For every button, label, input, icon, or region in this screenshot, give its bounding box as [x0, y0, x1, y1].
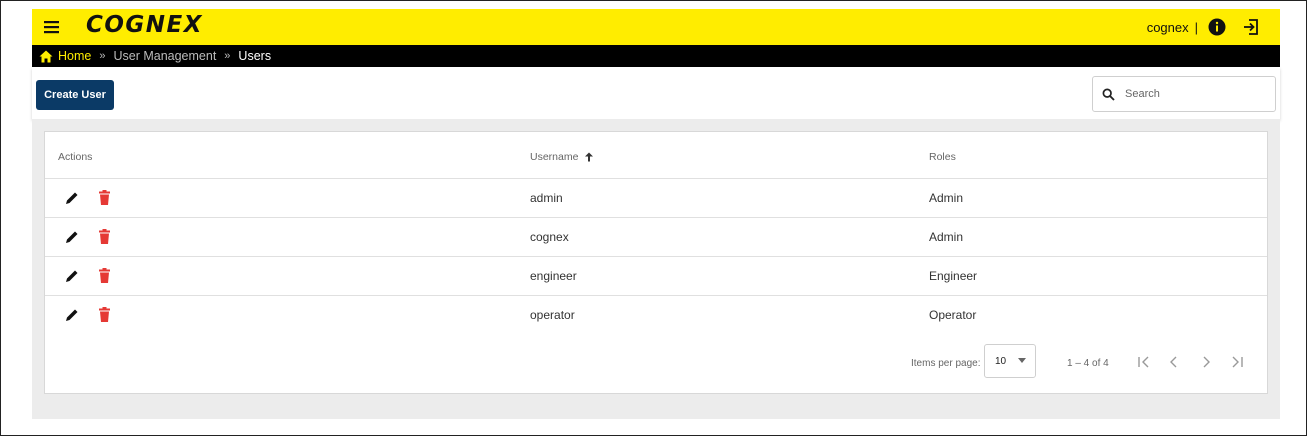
content-area: Actions Username Roles admin Admin cogne… [32, 119, 1280, 419]
menu-icon[interactable] [42, 18, 62, 36]
username-cell: cognex [530, 230, 569, 244]
breadcrumb-current: Users [238, 49, 272, 63]
home-icon[interactable] [39, 50, 53, 63]
items-per-page-label: Items per page: [911, 358, 981, 369]
items-per-page-value: 10 [995, 356, 1007, 367]
users-table-card: Actions Username Roles admin Admin cogne… [44, 131, 1268, 394]
toolbar: Create User [32, 67, 1280, 119]
first-page-icon[interactable] [1136, 354, 1152, 370]
brand-logo: COGNEX [86, 12, 204, 38]
role-cell: Admin [929, 191, 964, 205]
column-header-username[interactable]: Username [530, 151, 594, 163]
header-separator: | [1194, 19, 1198, 35]
column-header-roles: Roles [929, 151, 956, 163]
search-box[interactable] [1092, 76, 1276, 112]
top-bar: COGNEX cognex | [32, 9, 1280, 45]
paginator: Items per page: 10 1 – 4 of 4 [45, 344, 1267, 382]
edit-icon[interactable] [65, 191, 79, 205]
username-cell: engineer [530, 269, 577, 283]
table-row: engineer Engineer [45, 257, 1267, 296]
username-cell: admin [530, 191, 563, 205]
breadcrumb-separator: » [99, 50, 106, 62]
column-header-username-label: Username [530, 151, 579, 163]
breadcrumb-separator: » [224, 50, 231, 62]
info-icon[interactable] [1208, 18, 1226, 36]
breadcrumb-home[interactable]: Home [58, 49, 91, 63]
delete-icon[interactable] [99, 307, 110, 322]
column-header-actions: Actions [58, 151, 93, 163]
role-cell: Admin [929, 230, 964, 244]
sort-arrow-up-icon [585, 152, 594, 162]
logout-icon[interactable] [1242, 18, 1260, 36]
create-user-button[interactable]: Create User [36, 80, 114, 110]
username-cell: operator [530, 308, 575, 322]
delete-icon[interactable] [99, 190, 110, 205]
dropdown-arrow-icon [1018, 358, 1026, 363]
next-page-icon[interactable] [1198, 354, 1214, 370]
edit-icon[interactable] [65, 308, 79, 322]
page-range-label: 1 – 4 of 4 [1067, 358, 1109, 369]
breadcrumb: Home » User Management » Users [32, 45, 1280, 67]
role-cell: Operator [929, 308, 977, 322]
delete-icon[interactable] [99, 229, 110, 244]
table-row: operator Operator [45, 296, 1267, 334]
previous-page-icon[interactable] [1166, 354, 1182, 370]
search-icon [1102, 88, 1115, 101]
last-page-icon[interactable] [1229, 354, 1245, 370]
search-input[interactable] [1123, 87, 1267, 101]
user-area: cognex | [1147, 9, 1260, 45]
breadcrumb-user-management[interactable]: User Management [113, 49, 216, 63]
role-cell: Engineer [929, 269, 978, 283]
items-per-page-select[interactable]: 10 [984, 344, 1036, 378]
table-row: cognex Admin [45, 218, 1267, 257]
username-label: cognex [1146, 19, 1189, 35]
edit-icon[interactable] [65, 269, 79, 283]
table-row: admin Admin [45, 179, 1267, 218]
edit-icon[interactable] [65, 230, 79, 244]
table-header: Actions Username Roles [45, 132, 1267, 179]
delete-icon[interactable] [99, 268, 110, 283]
